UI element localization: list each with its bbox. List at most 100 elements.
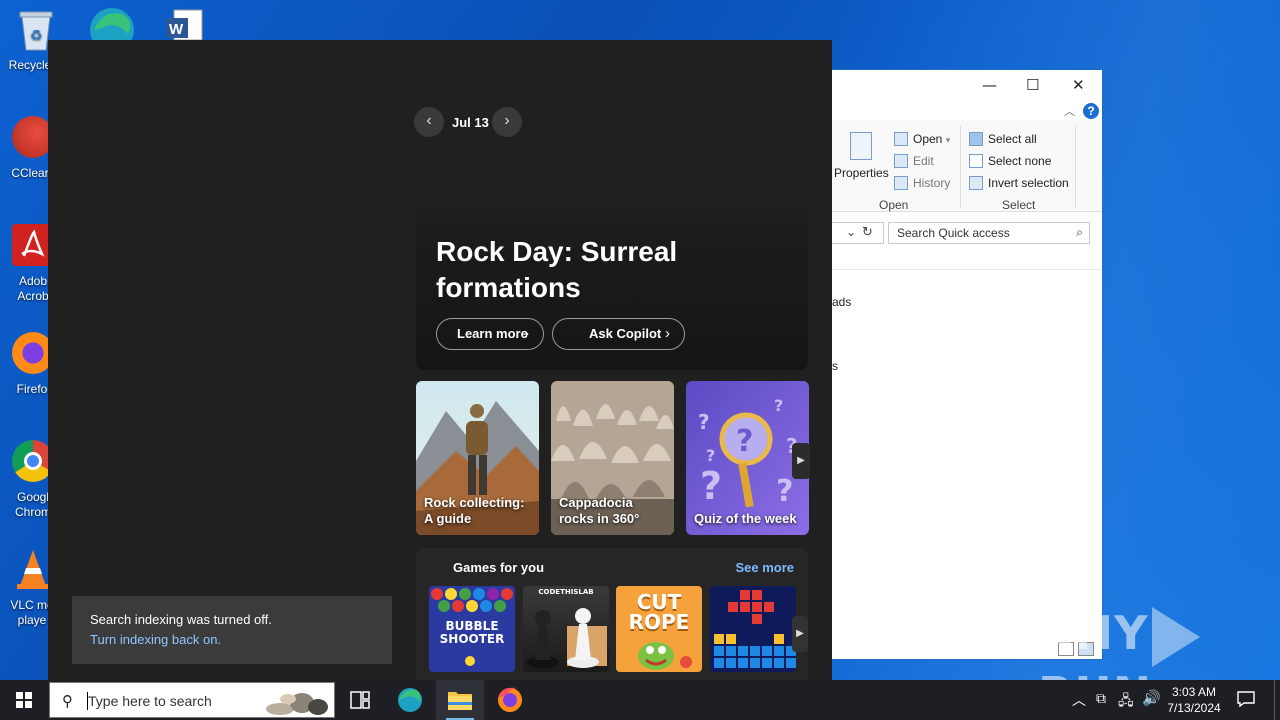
- properties-icon: [850, 132, 872, 160]
- invert-selection-button[interactable]: Invert selection: [969, 176, 1069, 190]
- news-card-cappadocia[interactable]: Cappadocia rocks in 360°: [551, 381, 674, 535]
- select-all-button[interactable]: Select all: [969, 132, 1037, 146]
- games-section: Games for you See more BUBBLE SHOOTER CO…: [416, 548, 808, 680]
- search-icon: ⚲: [62, 693, 73, 710]
- edit-icon: [894, 154, 908, 168]
- notification-center-button[interactable]: [1236, 690, 1256, 708]
- open-icon: [894, 132, 908, 146]
- game-tile-chess[interactable]: CODETHISLAB: [523, 586, 609, 672]
- next-day-button[interactable]: ›: [492, 107, 522, 137]
- meet-now-icon[interactable]: ⧉: [1096, 690, 1106, 707]
- game-tile-bubble-shooter[interactable]: BUBBLE SHOOTER: [429, 586, 515, 672]
- game-tile-cut-the-rope[interactable]: CUT ROPE: [616, 586, 702, 672]
- notification-icon: [1237, 691, 1255, 708]
- start-button[interactable]: [0, 680, 48, 720]
- explorer-ribbon: Properties Open ▾ Edit History Open Sele…: [832, 120, 1102, 212]
- refresh-icon[interactable]: ↻: [862, 224, 873, 240]
- card-caption: Cappadocia rocks in 360°: [559, 495, 640, 526]
- word-desktop-icon[interactable]: W: [166, 8, 206, 41]
- previous-day-button[interactable]: ‹: [414, 107, 444, 137]
- ribbon-group-open-label: Open: [879, 198, 909, 212]
- address-bar[interactable]: ⌄ ↻: [832, 222, 884, 244]
- taskbar-firefox[interactable]: [486, 680, 534, 720]
- task-view-icon: [350, 691, 370, 709]
- widgets-panel: ‹ Jul 13 › Rock Day: Surreal formations …: [48, 40, 832, 680]
- select-all-icon: [969, 132, 983, 146]
- select-none-icon: [969, 154, 983, 168]
- collapse-ribbon-icon[interactable]: ︿: [1064, 103, 1075, 119]
- file-explorer-window: — ☐ ✕ ︿ ? Properties Open ▾ Edit History…: [832, 69, 1103, 660]
- edit-button[interactable]: Edit: [894, 154, 934, 168]
- turn-indexing-on-link[interactable]: Turn indexing back on.: [90, 632, 221, 647]
- word-icon: W: [166, 9, 203, 41]
- game-art-text: CODETHISLAB: [538, 588, 594, 596]
- clock-date: 7/13/2024: [1167, 701, 1221, 715]
- see-more-link[interactable]: See more: [735, 560, 794, 575]
- svg-text:?: ?: [700, 464, 722, 508]
- toast-message: Search indexing was turned off.: [90, 612, 272, 627]
- explorer-search-input[interactable]: Search Quick access ⌕: [888, 222, 1090, 244]
- chevron-down-icon[interactable]: ⌄: [846, 225, 856, 239]
- edge-desktop-icon[interactable]: [88, 4, 136, 52]
- select-none-button[interactable]: Select none: [969, 154, 1051, 168]
- hero-card[interactable]: Rock Day: Surreal formations Learn more ›…: [416, 200, 808, 370]
- game-art-text: CUT ROPE: [628, 590, 690, 634]
- search-highlight-stones-art: [266, 693, 328, 715]
- ribbon-separator: [1075, 126, 1076, 208]
- card-caption: Quiz of the week: [694, 511, 797, 526]
- ask-copilot-button[interactable]: Ask Copilot ›: [552, 318, 685, 350]
- system-tray: ︿ ⧉ 🖧 🔊: [1066, 680, 1161, 720]
- properties-button[interactable]: Properties: [834, 166, 889, 180]
- taskbar-file-explorer[interactable]: [436, 680, 484, 720]
- list-item[interactable]: s: [832, 359, 838, 373]
- svg-text:?: ?: [736, 424, 753, 459]
- taskbar-edge[interactable]: [386, 680, 434, 720]
- task-view-button[interactable]: [336, 680, 384, 720]
- svg-text:♻: ♻: [30, 27, 43, 43]
- hero-title: Rock Day: Surreal formations: [436, 236, 678, 303]
- ribbon-separator: [960, 126, 961, 208]
- search-icon: ⌕: [1076, 225, 1083, 239]
- edge-icon: [90, 8, 134, 52]
- news-card-rock-collecting[interactable]: Rock collecting: A guide: [416, 381, 539, 535]
- game-art-text: BUBBLE SHOOTER: [439, 619, 505, 646]
- chevron-right-icon: ›: [524, 325, 529, 342]
- clock-time: 3:03 AM: [1171, 685, 1217, 699]
- learn-more-button[interactable]: Learn more ›: [436, 318, 544, 350]
- news-card-quiz[interactable]: ??? ??? ? Quiz of the week: [686, 381, 809, 535]
- history-icon: [894, 176, 908, 190]
- show-desktop-button[interactable]: [1274, 680, 1275, 720]
- game-tile-blocks[interactable]: [710, 586, 796, 672]
- volume-icon[interactable]: 🔊: [1142, 689, 1161, 707]
- folder-icon: [448, 692, 472, 710]
- svg-text:W: W: [169, 21, 184, 38]
- taskbar-search-box[interactable]: ⚲ Type here to search: [49, 682, 335, 718]
- maximize-icon[interactable]: ☐: [1026, 76, 1039, 94]
- taskbar-clock[interactable]: 3:03 AM 7/13/2024: [1160, 684, 1228, 716]
- close-icon[interactable]: ✕: [1072, 76, 1085, 94]
- windows-logo-icon: [16, 692, 32, 708]
- network-icon[interactable]: 🖧: [1118, 690, 1134, 714]
- history-button[interactable]: History: [894, 176, 950, 190]
- edge-icon: [398, 688, 422, 712]
- ball-icon: [465, 656, 475, 666]
- svg-text:?: ?: [774, 396, 783, 415]
- date-label: Jul 13: [452, 115, 489, 130]
- games-next-button[interactable]: ▶: [792, 616, 808, 652]
- taskbar: ⚲ Type here to search ︿ ⧉ 🖧 🔊 3:03 AM 7/…: [0, 680, 1280, 720]
- search-indexing-toast: Search indexing was turned off. Turn ind…: [72, 596, 392, 664]
- chess-pieces-art: [527, 608, 607, 668]
- cards-next-button[interactable]: ▶: [792, 443, 810, 479]
- show-hidden-icons-icon[interactable]: ︿: [1072, 690, 1086, 710]
- ribbon-group-select-label: Select: [1002, 198, 1036, 212]
- open-button[interactable]: Open ▾: [894, 132, 950, 146]
- om-nom-art: [638, 642, 692, 670]
- svg-text:?: ?: [698, 410, 710, 434]
- list-item[interactable]: ads: [832, 295, 851, 309]
- chevron-right-icon: ›: [665, 325, 670, 342]
- search-placeholder: Type here to search: [88, 693, 212, 709]
- minimize-icon[interactable]: —: [982, 76, 997, 94]
- svg-text:?: ?: [706, 446, 715, 465]
- help-icon[interactable]: ?: [1083, 103, 1099, 119]
- divider: [832, 269, 1102, 270]
